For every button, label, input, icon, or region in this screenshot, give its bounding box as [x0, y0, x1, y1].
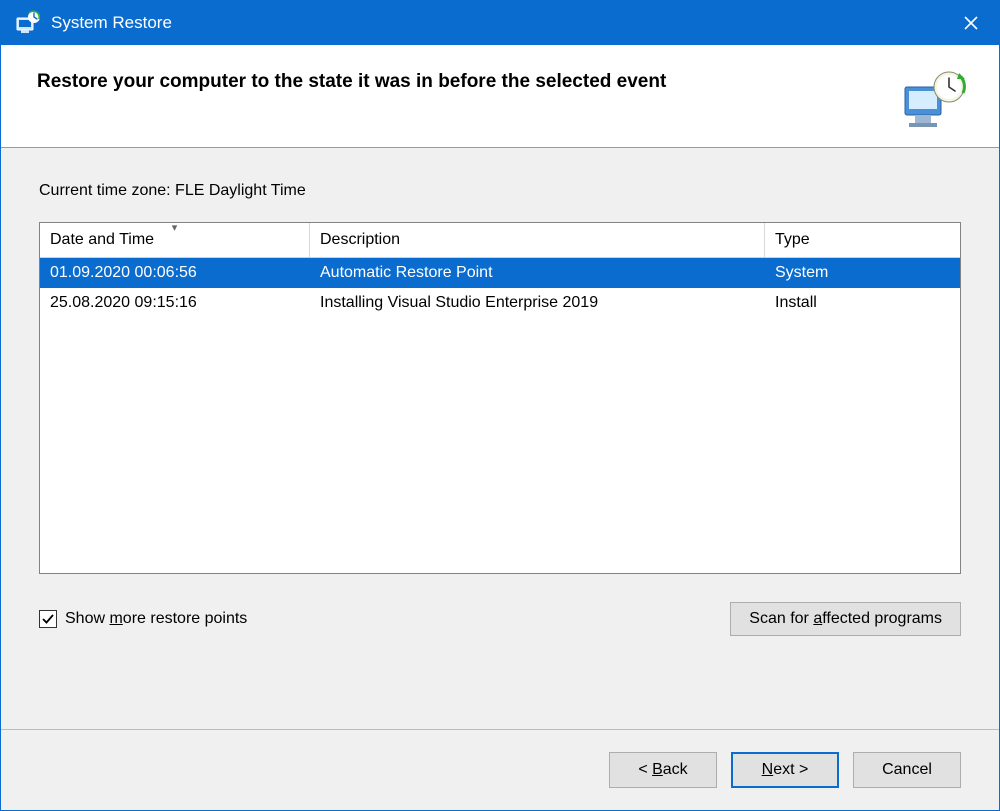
- wizard-header: Restore your computer to the state it wa…: [1, 45, 999, 148]
- show-more-restore-points-checkbox[interactable]: Show more restore points: [39, 610, 730, 628]
- wizard-footer: < Back Next > Cancel: [1, 729, 999, 810]
- checkbox-icon: [39, 610, 57, 628]
- window-title: System Restore: [51, 13, 943, 33]
- restore-points-list[interactable]: ▾ Date and Time Description Type 01.09.2…: [39, 222, 961, 574]
- show-more-label: Show more restore points: [65, 610, 247, 628]
- wizard-body: Current time zone: FLE Daylight Time ▾ D…: [1, 148, 999, 729]
- titlebar: System Restore: [1, 1, 999, 45]
- close-button[interactable]: [943, 1, 999, 45]
- system-restore-icon: [15, 10, 41, 36]
- cell-type: Install: [765, 294, 960, 312]
- column-header-description[interactable]: Description: [310, 223, 765, 257]
- list-header: ▾ Date and Time Description Type: [40, 223, 960, 258]
- cell-description: Automatic Restore Point: [310, 264, 765, 282]
- cell-date-time: 01.09.2020 00:06:56: [40, 264, 310, 282]
- table-row[interactable]: 01.09.2020 00:06:56Automatic Restore Poi…: [40, 258, 960, 288]
- column-header-date-time[interactable]: ▾ Date and Time: [40, 223, 310, 257]
- page-title: Restore your computer to the state it wa…: [37, 69, 879, 93]
- list-body: 01.09.2020 00:06:56Automatic Restore Poi…: [40, 258, 960, 573]
- table-row[interactable]: 25.08.2020 09:15:16Installing Visual Stu…: [40, 288, 960, 318]
- cancel-button[interactable]: Cancel: [853, 752, 961, 788]
- column-header-type[interactable]: Type: [765, 223, 960, 257]
- scan-affected-programs-button[interactable]: Scan for affected programs: [730, 602, 961, 636]
- column-header-date-time-label: Date and Time: [50, 231, 154, 248]
- system-restore-large-icon: [899, 69, 969, 129]
- next-button[interactable]: Next >: [731, 752, 839, 788]
- column-header-description-label: Description: [320, 231, 400, 248]
- cell-date-time: 25.08.2020 09:15:16: [40, 294, 310, 312]
- system-restore-window: System Restore Restore your computer to …: [0, 0, 1000, 811]
- cell-type: System: [765, 264, 960, 282]
- cell-description: Installing Visual Studio Enterprise 2019: [310, 294, 765, 312]
- column-header-type-label: Type: [775, 231, 810, 248]
- back-button[interactable]: < Back: [609, 752, 717, 788]
- sort-indicator-desc-icon: ▾: [172, 221, 178, 234]
- list-footer-row: Show more restore points Scan for affect…: [39, 602, 961, 636]
- timezone-label: Current time zone: FLE Daylight Time: [39, 182, 961, 200]
